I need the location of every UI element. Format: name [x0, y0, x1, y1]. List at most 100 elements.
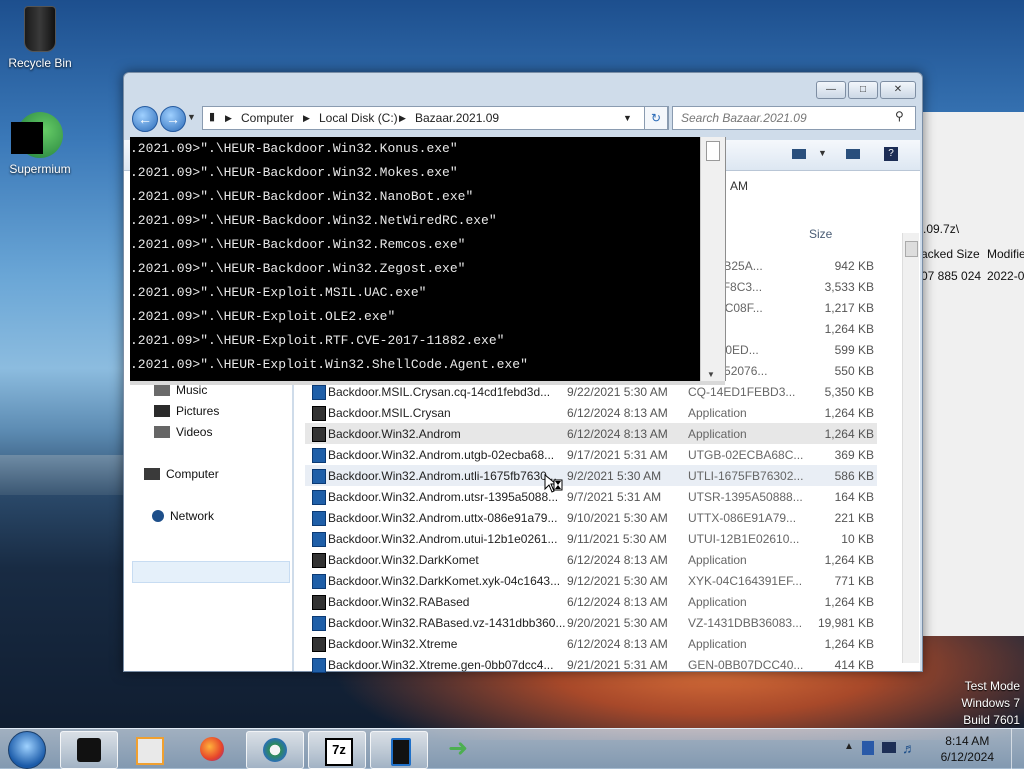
file-size: 771 KB	[834, 574, 874, 588]
file-row[interactable]: Backdoor.Win32.RABased 6/12/2024 8:13 AM A…	[305, 591, 877, 612]
address-dropdown-icon[interactable]: ▼	[623, 113, 632, 123]
refresh-icon[interactable]: ↻	[644, 106, 668, 130]
start-button[interactable]	[4, 729, 48, 769]
supermium-label: Supermium	[9, 162, 71, 176]
taskbar-app-media[interactable]	[120, 731, 176, 767]
clock-time: 8:14 AM	[945, 734, 990, 748]
taskbar-app-firefox[interactable]	[184, 731, 240, 767]
file-date: 6/12/2024 8:13 AM	[567, 406, 668, 420]
nav-network[interactable]: Network	[152, 509, 214, 523]
maximize-button[interactable]: □	[848, 81, 878, 99]
file-name: Backdoor.Win32.Androm.utgb-02ecba68...	[328, 448, 555, 462]
console-window[interactable]: .2021.09>".\HEUR-Backdoor.Win32.Konus.ex…	[130, 137, 700, 381]
file-row[interactable]: Backdoor.Win32.Androm.uttx-086e91a79... 9…	[305, 507, 877, 528]
file-size: 221 KB	[834, 511, 874, 525]
scroll-down-icon[interactable]: ▼	[707, 370, 715, 379]
recycle-bin-label: Recycle Bin	[8, 56, 72, 70]
nav-music[interactable]: Music	[154, 383, 207, 397]
nav-computer[interactable]: Computer	[144, 467, 219, 481]
file-name: Backdoor.Win32.Xtreme	[328, 637, 458, 651]
network-tray-icon[interactable]	[882, 742, 896, 753]
file-date: 6/12/2024 8:13 AM	[567, 637, 668, 651]
breadcrumb-bazaar[interactable]: Bazaar.2021.09	[415, 111, 499, 125]
help-icon[interactable]: ?	[884, 147, 898, 161]
volume-icon[interactable]: ♬	[902, 740, 916, 756]
application-file-icon	[312, 637, 326, 652]
file-row[interactable]: Backdoor.Win32.RABased.vz-1431dbb360... 9…	[305, 612, 877, 633]
view-options-icon[interactable]	[792, 149, 806, 159]
back-button[interactable]: ←	[132, 106, 158, 132]
nav-videos[interactable]: Videos	[154, 425, 212, 439]
file-date: 9/10/2021 5:30 AM	[567, 511, 668, 525]
col-modified[interactable]: Modifie	[987, 247, 1024, 261]
taskbar-app-console[interactable]	[370, 731, 428, 769]
col-packed-size[interactable]: acked Size	[921, 247, 980, 261]
breadcrumb-chevron-icon[interactable]: ▶	[225, 113, 232, 124]
breadcrumb-chevron-icon[interactable]: ▶	[399, 113, 406, 124]
file-list-scrollbar[interactable]	[902, 233, 919, 663]
executable-file-icon	[312, 490, 326, 505]
file-size: 164 KB	[834, 490, 874, 504]
file-type: CQ-14ED1FEBD3...	[688, 385, 796, 399]
file-row[interactable]: Backdoor.Win32.Xtreme 6/12/2024 8:13 AM Ap…	[305, 633, 877, 654]
file-row[interactable]: Backdoor.MSIL.Crysan 6/12/2024 8:13 AM App…	[305, 402, 877, 423]
col-size-header[interactable]: Size	[809, 227, 832, 241]
console-scrollbar[interactable]: ▼	[700, 137, 726, 381]
file-type: Application	[688, 553, 747, 567]
file-size: 942 KB	[834, 259, 874, 273]
taskbar-app-7zip[interactable]: 7z	[308, 731, 366, 769]
file-type: XYK-04C164391EF...	[688, 574, 803, 588]
show-hidden-icons-icon[interactable]: ▲	[844, 741, 854, 752]
file-row[interactable]: Backdoor.Win32.Androm.utgb-02ecba68... 9/…	[305, 444, 877, 465]
address-bar[interactable]: ▮ ▶ Computer ▶ Local Disk (C:) ▶ Bazaar.…	[202, 106, 669, 130]
file-date: 9/11/2021 5:30 AM	[567, 532, 667, 546]
breadcrumb-chevron-icon[interactable]: ▶	[303, 113, 310, 124]
watermark-line: Test Mode	[964, 679, 1020, 693]
forward-button[interactable]: →	[160, 106, 186, 132]
console-line: .2021.09>".\HEUR-Exploit.OLE2.exe"	[130, 309, 396, 324]
file-row[interactable]: Backdoor.Win32.DarkKomet.xyk-04c1643... 9…	[305, 570, 877, 591]
file-row[interactable]: Backdoor.Win32.DarkKomet 6/12/2024 8:13 A…	[305, 549, 877, 570]
file-date: 9/20/2021 5:30 AM	[567, 616, 668, 630]
folder-icon: ▮	[209, 111, 216, 123]
file-row[interactable]: Backdoor.Win32.Androm 6/12/2024 8:13 AM Ap…	[305, 423, 877, 444]
file-row[interactable]: Backdoor.Win32.Androm.utsr-1395a5088... 9…	[305, 486, 877, 507]
file-size: 1,264 KB	[824, 553, 874, 567]
executable-file-icon	[312, 616, 326, 631]
show-desktop-button[interactable]	[1011, 729, 1024, 769]
file-name: Backdoor.Win32.DarkKomet	[328, 553, 479, 567]
recycle-bin-shortcut[interactable]: Recycle Bin	[0, 6, 80, 70]
file-name: Backdoor.Win32.Androm.utui-12b1e0261...	[328, 532, 558, 546]
file-name: Backdoor.Win32.Xtreme.gen-0bb07dcc4...	[328, 658, 554, 672]
taskbar-clock[interactable]: 8:14 AM 6/12/2024	[941, 733, 994, 765]
breadcrumb-local-disk[interactable]: Local Disk (C:)	[319, 111, 398, 125]
file-size: 414 KB	[834, 658, 874, 672]
console-line: .2021.09>".\HEUR-Backdoor.Win32.Remcos.e…	[130, 237, 466, 252]
console-scrollbar-thumb[interactable]	[706, 141, 720, 161]
scrollbar-thumb[interactable]	[905, 241, 918, 257]
taskbar-app-explorer[interactable]	[60, 731, 118, 769]
supermium-app-icon	[263, 738, 287, 762]
file-row[interactable]: Backdoor.Win32.Xtreme.gen-0bb07dcc4... 9/…	[305, 654, 877, 675]
taskbar-app-supermium[interactable]	[246, 731, 304, 769]
view-dropdown-icon[interactable]: ▼	[818, 148, 827, 158]
close-button[interactable]: ✕	[880, 81, 916, 99]
taskbar-app-green-arrow[interactable]: ➜	[432, 731, 488, 767]
search-input[interactable]: Search Bazaar.2021.09 ⚲	[672, 106, 916, 130]
nav-computer-selection	[132, 561, 290, 583]
console-line: .2021.09>".\HEUR-Backdoor.Win32.NetWired…	[130, 213, 497, 228]
nav-pictures[interactable]: Pictures	[154, 404, 219, 418]
supermium-shortcut[interactable]: Supermium	[0, 112, 80, 176]
watermark-line: Windows 7	[961, 696, 1020, 710]
archive-window-background[interactable]: .09.7z\ acked Size Modifie 07 885 024 20…	[918, 112, 1024, 636]
minimize-button[interactable]: —	[816, 81, 846, 99]
flag-icon[interactable]	[862, 741, 874, 755]
recent-pages-icon[interactable]: ▼	[187, 112, 196, 122]
file-row[interactable]: Backdoor.Win32.Androm.utli-1675fb7630...…	[305, 465, 877, 486]
wallpaper-shore	[0, 455, 130, 495]
breadcrumb-computer[interactable]: Computer	[241, 111, 294, 125]
nav-label: Network	[170, 509, 215, 523]
search-icon[interactable]: ⚲	[895, 109, 904, 123]
preview-pane-icon[interactable]	[846, 149, 860, 159]
file-row[interactable]: Backdoor.Win32.Androm.utui-12b1e0261... 9…	[305, 528, 877, 549]
